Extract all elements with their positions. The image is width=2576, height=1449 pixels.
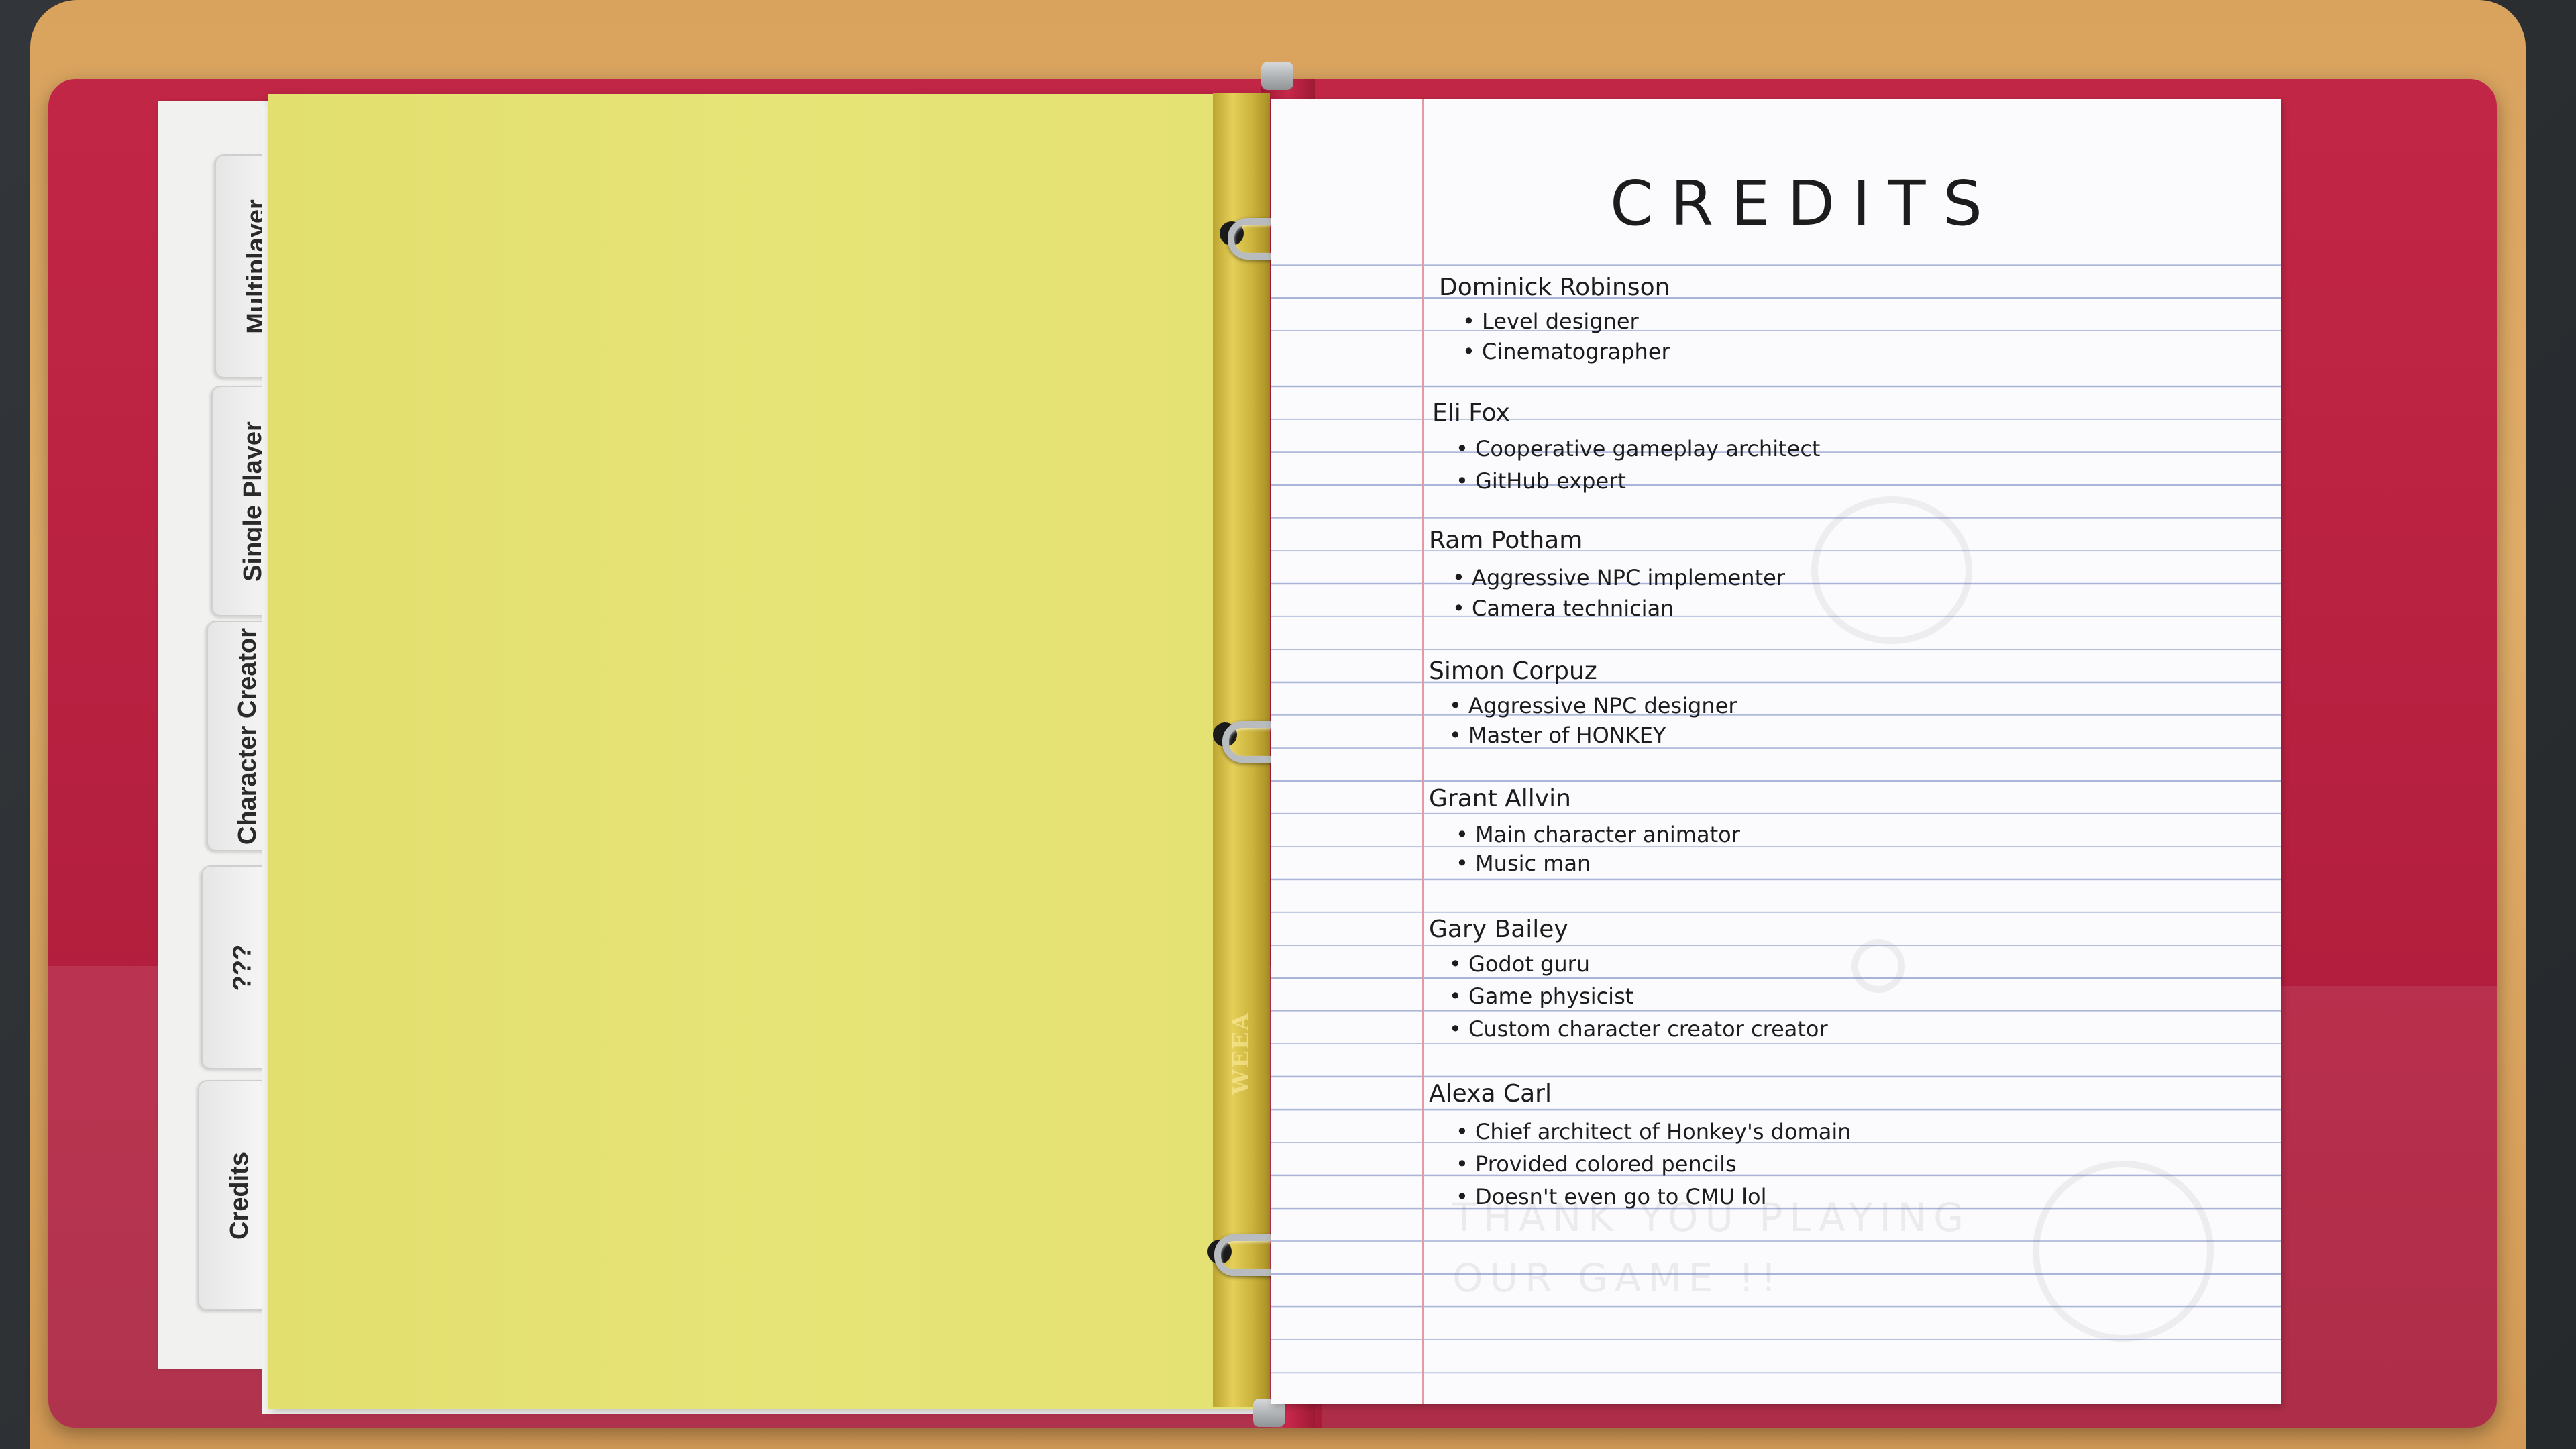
credit-role: Custom character creator creator xyxy=(1449,1016,1828,1042)
credit-role: Doesn't even go to CMU lol xyxy=(1456,1184,1766,1210)
credit-role: Music man xyxy=(1456,851,1591,876)
tab-label: Credits xyxy=(225,1151,254,1240)
credit-role: Aggressive NPC designer xyxy=(1449,693,1737,718)
credit-name: Ram Potham xyxy=(1429,527,1583,554)
credit-name: Gary Bailey xyxy=(1429,916,1568,943)
show-through-drawing xyxy=(1851,939,1905,993)
credit-role: Master of HONKEY xyxy=(1449,722,1666,748)
paper-margin-line xyxy=(1422,99,1424,1404)
credit-role: Game physicist xyxy=(1449,983,1633,1009)
credit-name: Alexa Carl xyxy=(1429,1080,1552,1108)
ring-clip-top xyxy=(1261,62,1293,90)
credit-role: Level designer xyxy=(1462,309,1639,334)
show-through-drawing xyxy=(1811,496,1972,644)
credit-role: Aggressive NPC implementer xyxy=(1452,565,1785,590)
tab-label: ??? xyxy=(228,944,257,991)
show-through-drawing xyxy=(2033,1161,2214,1342)
credit-name: Dominick Robinson xyxy=(1439,274,1670,301)
credit-role: Chief architect of Honkey's domain xyxy=(1456,1119,1851,1144)
yellow-divider-page xyxy=(268,94,1261,1409)
credit-role: GitHub expert xyxy=(1456,468,1626,494)
ring-brand-logo: WEEA xyxy=(1228,1011,1254,1095)
credit-role: Cinematographer xyxy=(1462,339,1670,364)
credit-role: Provided colored pencils xyxy=(1456,1151,1737,1177)
credit-name: Grant Allvin xyxy=(1429,785,1571,812)
credit-role: Cooperative gameplay architect xyxy=(1456,436,1820,462)
credit-name: Simon Corpuz xyxy=(1429,657,1597,685)
page-title: CREDITS xyxy=(1610,168,2000,239)
credit-role: Main character animator xyxy=(1456,822,1740,847)
credit-name: Eli Fox xyxy=(1432,399,1510,427)
credit-role: Godot guru xyxy=(1449,951,1590,977)
tab-label: Character Creator xyxy=(233,627,262,845)
credit-role: Camera technician xyxy=(1452,596,1674,621)
